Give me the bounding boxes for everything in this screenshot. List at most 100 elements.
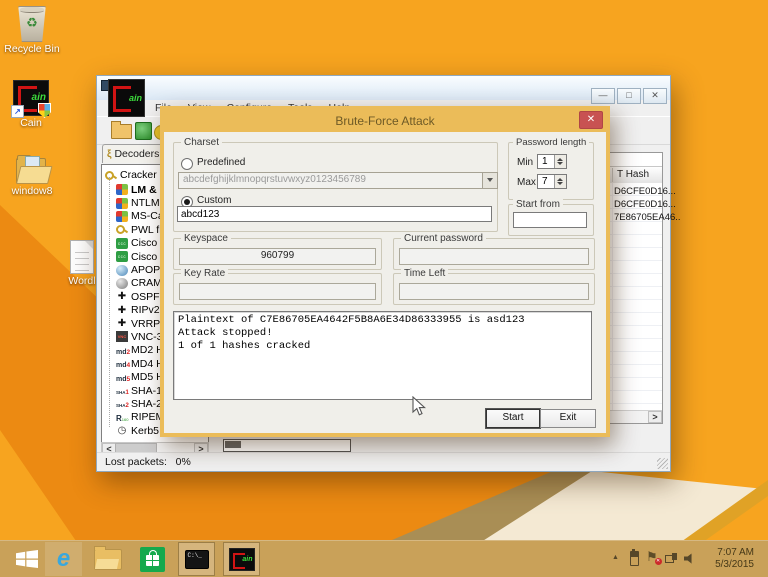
attack-output-text: Plaintext of C7E86705EA4642F5B8A6E34D863… [178,314,589,353]
tree-item-label: MD2 H [131,344,164,356]
windows-logo-icon [15,549,39,569]
custom-charset-input[interactable] [177,206,492,222]
min-spinner[interactable]: 1 [537,154,567,169]
start-button[interactable] [8,542,45,576]
tree-item-icon [116,265,128,276]
scroll-right-icon[interactable]: > [648,411,662,423]
chevron-down-icon[interactable] [482,173,497,188]
brute-force-attack-dialog: Brute-Force Attack ✕ Charset Predefined … [160,106,610,437]
tree-item-label: PWL fi [131,224,162,236]
taskbar-cain[interactable]: ain [223,542,260,576]
tree-item-icon [116,251,128,262]
tree-item-label: CRAM [131,277,162,289]
spinner-arrows-icon[interactable] [554,155,566,168]
tree-item-label: Cisco [131,237,157,249]
predefined-charset-combo[interactable]: abcdefghijklmnopqrstuvwxyz0123456789 [178,172,498,189]
current-password-legend: Current password [401,233,486,244]
dialog-close-button[interactable]: ✕ [579,111,603,129]
hidden-icons-arrow[interactable]: ▲ [612,554,619,561]
resize-grip[interactable] [657,458,668,469]
status-bar: Lost packets: 0% [97,452,670,471]
uac-shield-icon [38,103,51,118]
custom-label[interactable]: Custom [197,195,231,206]
mouse-cursor [412,396,426,417]
open-folder-icon[interactable] [111,124,132,139]
desktop-icon-recycle-bin[interactable]: ♻ Recycle Bin [4,6,60,55]
network-icon[interactable] [665,553,677,562]
start-from-input[interactable] [513,212,587,228]
key-rate-value [179,283,376,300]
tree-root-label: Cracker [120,169,157,181]
key-rate-legend: Key Rate [181,268,228,279]
document-icon [70,240,94,274]
desktop-icon-window8[interactable]: window8 [4,156,60,197]
tab-decoders[interactable]: ξ Decoders [102,144,164,163]
folder-icon [16,156,48,184]
tree-item-label: VNC-3 [131,331,163,343]
tree-item-label: MD4 H [131,358,164,370]
minimize-button[interactable]: — [591,88,615,104]
window-titlebar[interactable] [97,76,670,100]
taskbar: e C:\_ ain ▲ ⚑ 7:07 AM 5/3/2015 [0,540,768,577]
predefined-label[interactable]: Predefined [197,157,245,168]
tree-item-label: SHA-2 [131,398,162,410]
tree-item-icon [116,198,128,209]
tree-item-label: SHA-1 [131,385,162,397]
tree-item-icon [116,278,128,289]
progress-bar-fragment [223,439,351,452]
cain-icon: ain [229,548,255,571]
tree-item-icon [116,331,128,342]
tree-item-label: MS-Ca [131,210,164,222]
attack-output-box[interactable]: Plaintext of C7E86705EA4642F5B8A6E34D863… [173,311,592,400]
shortcut-arrow-icon: ↗ [11,105,24,118]
hash-row[interactable]: D6CFE0D16... [614,186,676,199]
min-value: 1 [542,156,548,167]
command-prompt-icon: C:\_ [185,550,209,569]
column-header-hash[interactable]: T Hash [617,169,649,180]
tree-item-icon [116,398,128,409]
tree-item-label: APOP- [131,264,164,276]
taskbar-internet-explorer[interactable]: e [45,542,82,576]
cain-logo: ain [108,79,145,117]
store-icon [140,547,165,572]
clock-time: 7:07 AM [696,547,754,559]
desktop-icon-cain[interactable]: ain ↗ Cain [8,80,54,129]
predefined-radio[interactable] [181,158,193,170]
tree-item-icon [116,184,128,195]
taskbar-file-explorer[interactable] [89,542,126,576]
battery-icon[interactable] [630,551,639,566]
internet-explorer-icon: e [57,547,70,571]
close-button[interactable]: ✕ [643,88,667,104]
taskbar-command-prompt[interactable]: C:\_ [178,542,215,576]
spinner-arrows-icon[interactable] [554,175,566,188]
taskbar-store[interactable] [134,542,171,576]
tree-item-icon [116,224,128,235]
exit-button[interactable]: Exit [540,409,596,428]
tree-item-label: Kerb5 [131,425,159,437]
sniffer-toolbar-icon[interactable] [135,122,152,140]
password-length-legend: Password length [513,137,589,148]
tree-item-label: OSPF- [131,291,163,303]
action-center-flag-icon[interactable]: ⚑ [646,549,658,565]
max-spinner[interactable]: 7 [537,174,567,189]
start-button[interactable]: Start [486,409,540,428]
charset-legend: Charset [181,137,222,148]
hash-row[interactable]: D6CFE0D16... [614,199,676,212]
tree-item-icon [116,385,128,396]
tree-item-icon [116,425,128,436]
start-from-legend: Start from [513,199,563,210]
hash-row[interactable]: 7E86705EA46.. [614,212,681,225]
spring-icon: ξ [107,149,111,160]
cain-shortcut-icon: ain ↗ [13,80,49,116]
tree-item-icon [116,372,128,383]
taskbar-clock[interactable]: 7:07 AM 5/3/2015 [696,547,754,571]
tree-item-icon [116,345,128,356]
tree-item-label: MD5 H [131,371,164,383]
maximize-button[interactable]: □ [617,88,641,104]
dialog-titlebar[interactable]: Brute-Force Attack [164,110,606,132]
max-value: 7 [542,176,548,187]
tree-item-label: LM & [131,184,157,196]
tree-item-icon [116,318,128,329]
tree-root-cracker[interactable]: Cracker [105,169,157,181]
tree-item-label: RIPv2- [131,304,163,316]
